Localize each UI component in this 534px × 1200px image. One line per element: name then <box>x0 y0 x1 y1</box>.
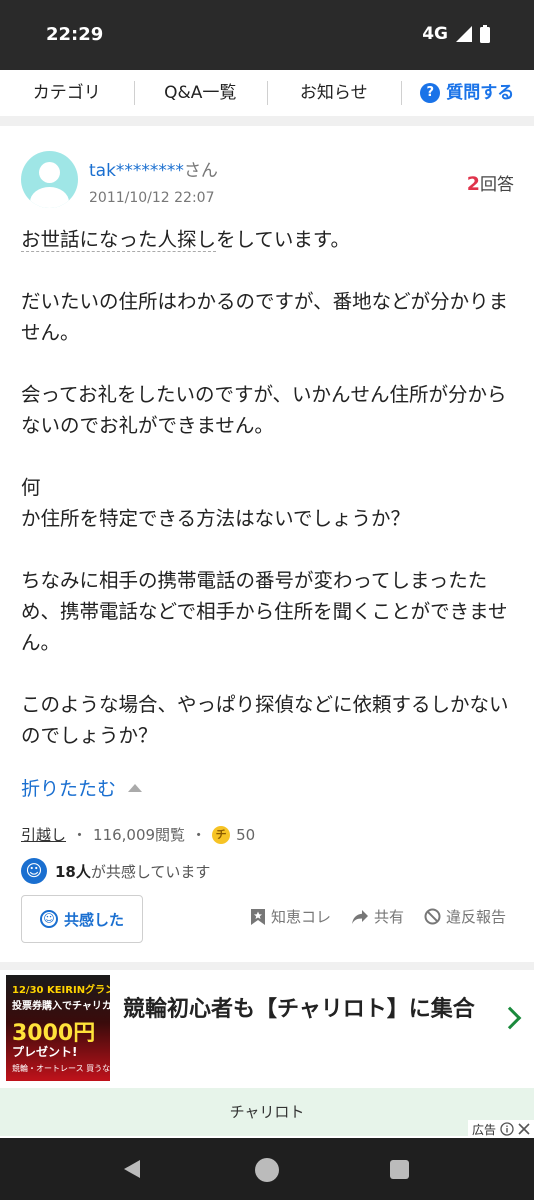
close-icon[interactable] <box>518 1123 530 1135</box>
keyword-link[interactable]: お世話になった人探し <box>21 228 217 252</box>
user-avatar[interactable] <box>21 151 78 208</box>
nav-category[interactable]: カテゴリ <box>0 81 134 105</box>
share-label: 共有 <box>373 908 404 926</box>
answer-count-number: 2 <box>466 173 480 195</box>
user-suffix: さん <box>183 161 218 181</box>
report-button[interactable]: 違反報告 <box>424 906 506 927</box>
empathy-summary: ☺ 18人が共感しています <box>21 858 210 884</box>
question-actions: 知恵コレ 共有 違反報告 <box>250 906 506 927</box>
info-icon <box>500 1122 514 1136</box>
signal-icon <box>456 26 472 42</box>
ad-image[interactable]: 12/30 KEIRINグランプリ 投票券購入でチャリカ 3000円 プレゼント… <box>6 975 110 1081</box>
coin-count: 50 <box>236 825 256 844</box>
share-arrow-icon <box>351 909 368 924</box>
empathy-button-label: 共感した <box>63 910 124 929</box>
question-paragraph: ちなみに相手の携帯電話の番号が変わってしまったため、携帯電話などで相手から住所を… <box>21 569 508 654</box>
section-divider <box>0 116 534 126</box>
empathy-text: が共感しています <box>90 862 211 881</box>
user-line: tak********さん <box>89 156 218 181</box>
question-paragraph: このような場合、やっぱり探偵などに依頼するしかないのでしょうか？ <box>21 693 509 747</box>
question-paragraph: か住所を特定できる方法はないでしょうか？ <box>21 507 411 530</box>
back-icon[interactable] <box>124 1160 140 1178</box>
status-indicators: 4G <box>422 24 490 44</box>
question-paragraph: 会ってお礼をしたいのですが、いかんせん住所が分からないのでお礼ができません。 <box>21 383 507 437</box>
ad-image-text: プレゼント! <box>12 1045 78 1059</box>
ask-question-label: 質問する <box>446 83 515 103</box>
report-label: 違反報告 <box>445 908 506 926</box>
question-paragraph: お世話になった人探しをしています。 <box>21 224 511 255</box>
battery-icon <box>480 25 490 43</box>
chevron-up-icon <box>128 783 143 792</box>
ad-badge[interactable]: 広告 <box>467 1120 534 1138</box>
ad-image-text: 12/30 KEIRINグランプリ <box>12 985 110 996</box>
nav-qa-list[interactable]: Q&A一覧 <box>133 81 268 105</box>
ad-advertiser-link[interactable]: チャリロト <box>0 1088 534 1136</box>
answer-count-suffix: 回答 <box>480 175 514 195</box>
question-paragraph: 何 <box>21 476 41 499</box>
network-label: 4G <box>422 24 448 44</box>
user-name-link[interactable]: tak******** <box>89 161 184 181</box>
section-divider <box>0 962 534 970</box>
top-nav: カテゴリ Q&A一覧 お知らせ ? 質問する <box>0 70 534 116</box>
ad-image-text: 投票券購入でチャリカ <box>12 1001 110 1012</box>
chevron-right-icon[interactable] <box>498 1006 522 1030</box>
answer-count[interactable]: 2回答 <box>467 170 514 195</box>
fold-label: 折りたたむ <box>21 778 117 800</box>
avatar-body-icon <box>30 187 69 208</box>
save-label: 知恵コレ <box>270 908 331 926</box>
prohibited-icon <box>424 908 441 925</box>
question-mark-icon: ? <box>420 83 441 103</box>
question-meta: 引越し ・ 116,009閲覧 ・ チ 50 <box>21 824 255 845</box>
smile-outline-icon: ☺ <box>39 910 58 928</box>
recent-apps-icon[interactable] <box>390 1160 409 1179</box>
fold-toggle[interactable]: 折りたたむ <box>21 774 143 801</box>
ad-title-link[interactable]: 競輪初心者も【チャリロト】に集合 <box>123 994 493 1026</box>
home-icon[interactable] <box>255 1158 279 1182</box>
post-date: 2011/10/12 22:07 <box>89 190 215 206</box>
ad-badge-label: 広告 <box>471 1122 496 1137</box>
status-bar: 22:29 4G <box>0 0 534 70</box>
question-first-rest: をしています。 <box>216 228 350 251</box>
empathy-button[interactable]: ☺ 共感した <box>21 895 143 943</box>
avatar-head-icon <box>39 162 60 183</box>
nav-news[interactable]: お知らせ <box>267 81 401 105</box>
question-body: お世話になった人探しをしています。 だいたいの住所はわかるのですが、番地などが分… <box>21 224 511 782</box>
view-count: 116,009閲覧 <box>93 826 186 844</box>
coin-icon: チ <box>212 825 231 844</box>
category-link[interactable]: 引越し <box>21 824 66 845</box>
ask-question-button[interactable]: ? 質問する <box>400 81 534 105</box>
smile-icon: ☺ <box>21 858 47 884</box>
ad-image-text: 競輪・オートレース 買うならチャリロト <box>12 1064 110 1073</box>
status-time: 22:29 <box>46 24 104 45</box>
meta-separator: ・ <box>72 826 88 844</box>
empathy-count: 18人 <box>55 862 91 881</box>
share-button[interactable]: 共有 <box>351 906 404 927</box>
bookmark-star-icon <box>250 908 265 925</box>
question-paragraph: だいたいの住所はわかるのですが、番地などが分かりません。 <box>21 290 509 344</box>
save-to-collection-button[interactable]: 知恵コレ <box>250 906 331 927</box>
meta-separator: ・ <box>191 826 207 844</box>
